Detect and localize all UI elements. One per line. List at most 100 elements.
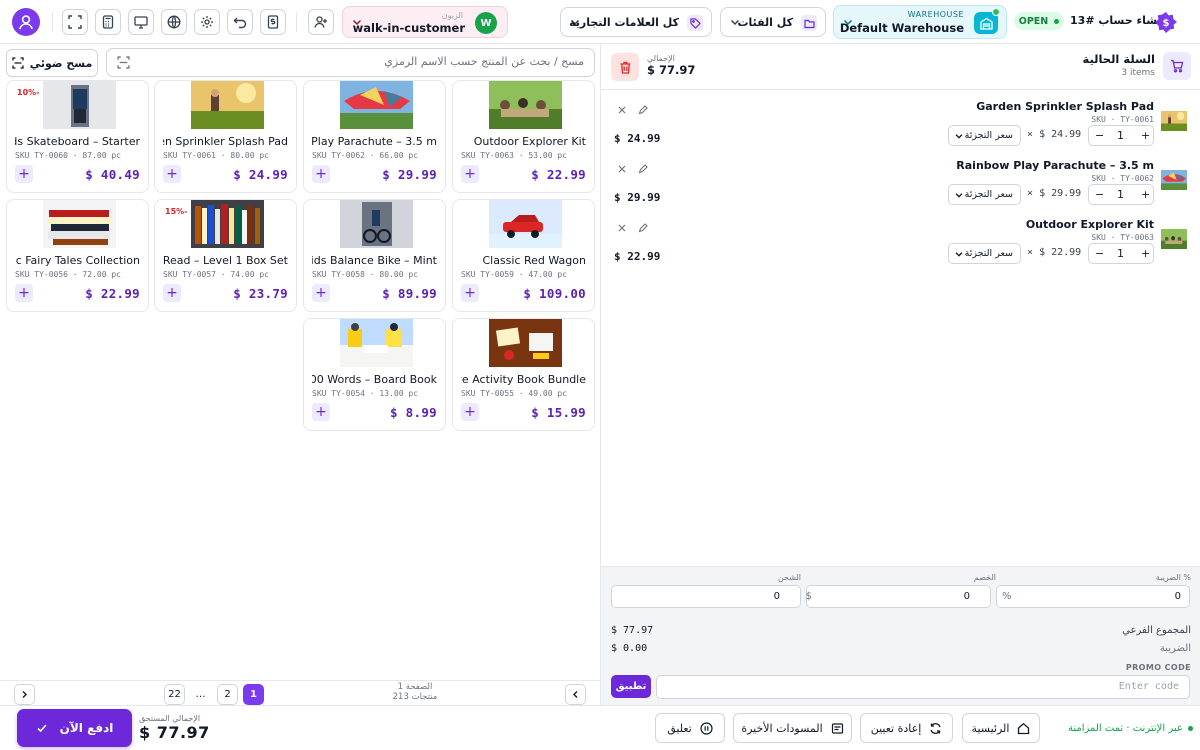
pay-now-button[interactable]: ادفع الآن [17, 709, 132, 747]
promo-code-field[interactable] [656, 675, 1190, 699]
page-ellipsis: … [195, 689, 206, 700]
brand-filter-dropdown[interactable]: كل العلامات التجارية [560, 7, 712, 37]
price-type-select[interactable]: سعر التجزئة [948, 184, 1021, 205]
price-type-select[interactable]: سعر التجزئة [948, 125, 1021, 146]
remove-item-icon[interactable] [617, 223, 627, 233]
hold-button[interactable]: تعليق [655, 713, 725, 743]
product-card[interactable]: 15%- Learn to Read – Level 1 Box Set SKU T… [154, 199, 297, 312]
warehouse-sublabel: WAREHOUSE [907, 10, 964, 19]
discount-value: 0 [963, 591, 970, 602]
decrease-qty-button[interactable]: − [1095, 247, 1104, 260]
scan-button[interactable]: مسح ضوئي [6, 49, 98, 77]
discount-field[interactable]: $ 0 [793, 585, 991, 608]
settings-icon[interactable] [194, 9, 220, 35]
product-sku: SKU TY-0063 · 53.00 pc [461, 151, 567, 160]
fullscreen-icon[interactable] [62, 9, 88, 35]
product-price: $ 24.99 [233, 167, 288, 182]
product-card[interactable]: Classic Fairy Tales Collection SKU TY-005… [6, 199, 149, 312]
apply-promo-button[interactable]: تطبيق [611, 675, 651, 698]
increase-qty-button[interactable]: + [1141, 188, 1150, 201]
increase-qty-button[interactable]: + [1141, 247, 1150, 260]
add-user-icon[interactable] [308, 9, 334, 35]
decrease-qty-button[interactable]: − [1095, 188, 1104, 201]
product-search[interactable] [106, 48, 595, 77]
monitor-icon[interactable] [128, 9, 154, 35]
account-label[interactable]: إنشاء حساب #13 [1070, 14, 1165, 27]
search-input[interactable] [144, 55, 584, 68]
product-name: Kids Skateboard – Starter [15, 135, 140, 148]
category-filter-dropdown[interactable]: كل الفئات [720, 7, 826, 37]
add-to-cart-button[interactable]: + [312, 284, 330, 302]
add-to-cart-button[interactable]: + [461, 403, 479, 421]
customer-selector[interactable]: الزبون walk-in-customer W [342, 6, 508, 38]
status-label: OPEN [1018, 15, 1049, 27]
warehouse-selector[interactable]: WAREHOUSE Default Warehouse [833, 5, 1007, 39]
edit-item-icon[interactable] [638, 223, 648, 233]
scan-icon[interactable] [117, 56, 130, 69]
add-to-cart-button[interactable]: + [461, 284, 479, 302]
product-card[interactable]: Garden Sprinkler Splash Pad SKU TY-0061 ·… [154, 80, 297, 193]
increase-qty-button[interactable]: + [1141, 129, 1150, 142]
quantity-stepper[interactable]: −1 + [1088, 243, 1154, 264]
promo-code-input[interactable] [667, 681, 1179, 692]
clear-cart-button[interactable] [611, 53, 639, 81]
receipt-icon[interactable] [260, 9, 286, 35]
calculator-icon[interactable] [95, 9, 121, 35]
product-card[interactable]: My First 100 Words – Board Book SKU TY-00… [303, 318, 446, 431]
page-button-active[interactable]: 1 [243, 684, 264, 705]
cart-item-sku: SKU · TY-0061 [1091, 115, 1154, 124]
status-dot [1054, 18, 1060, 24]
add-to-cart-button[interactable]: + [15, 165, 33, 183]
price-type-label: سعر التجزئة [964, 189, 1013, 200]
add-to-cart-button[interactable]: + [163, 284, 181, 302]
product-card[interactable]: Creative Activity Book Bundle SKU TY-0055… [452, 318, 595, 431]
product-name: Learn to Read – Level 1 Box Set [163, 254, 288, 267]
check-icon [36, 722, 48, 734]
remove-item-icon[interactable] [617, 105, 627, 115]
product-card[interactable]: Rainbow Play Parachute – 3.5 m SKU TY-006… [303, 80, 446, 193]
add-to-cart-button[interactable]: + [163, 165, 181, 183]
grand-total-value: $ 77.97 [139, 723, 210, 742]
recent-drafts-button[interactable]: المسودات الأخيرة [733, 713, 852, 743]
price-type-label: سعر التجزئة [964, 248, 1013, 259]
cart-item-sku: SKU · TY-0063 [1091, 233, 1154, 242]
footer-bar: ادفع الآن الإجمالي المستحق $ 77.97 تعليق… [0, 705, 1200, 750]
grand-total-label: الإجمالي المستحق [139, 714, 201, 723]
next-page-button[interactable] [14, 684, 35, 705]
add-to-cart-button[interactable]: + [312, 165, 330, 183]
divider [52, 12, 53, 32]
product-card[interactable]: Kids Balance Bike – Mint SKU TY-0058 · 80… [303, 199, 446, 312]
product-card[interactable]: Outdoor Explorer Kit SKU TY-0063 · 53.00 … [452, 80, 595, 193]
qty-value: 1 [1117, 247, 1124, 260]
globe-icon[interactable] [161, 9, 187, 35]
cart-total-value: $ 77.97 [647, 63, 696, 77]
page-button[interactable]: 2 [217, 684, 238, 705]
product-card[interactable]: Classic Red Wagon SKU TY-0059 · 47.00 pc +… [452, 199, 595, 312]
home-button[interactable]: الرئيسية [962, 713, 1040, 743]
price-type-select[interactable]: سعر التجزئة [948, 243, 1021, 264]
add-to-cart-button[interactable]: + [15, 284, 33, 302]
decrease-qty-button[interactable]: − [1095, 129, 1104, 142]
add-to-cart-button[interactable]: + [461, 165, 479, 183]
undo-icon[interactable] [227, 9, 253, 35]
shipping-field[interactable]: $ 0 [611, 585, 812, 608]
product-sku: SKU TY-0060 · 87.00 pc [15, 151, 121, 160]
product-card[interactable]: 10%- Kids Skateboard – Starter SKU TY-0060… [6, 80, 149, 193]
edit-item-icon[interactable] [638, 105, 648, 115]
cart-title-block: السلة الحالية 3 items [1083, 52, 1156, 78]
add-to-cart-button[interactable]: + [312, 403, 330, 421]
product-sku: SKU TY-0058 · 80.00 pc [312, 270, 418, 279]
quantity-stepper[interactable]: −1 + [1088, 125, 1154, 146]
home-icon [1017, 722, 1030, 735]
page-button[interactable]: 22 [164, 684, 185, 705]
prev-page-button[interactable] [565, 684, 586, 705]
user-avatar-icon[interactable] [12, 8, 40, 36]
edit-item-icon[interactable] [638, 164, 648, 174]
quantity-stepper[interactable]: −1 + [1088, 184, 1154, 205]
cart-title: السلة الحالية [1082, 52, 1156, 66]
remove-item-icon[interactable] [617, 164, 627, 174]
reset-button[interactable]: إعادة تعيين [860, 713, 953, 743]
times-sign: × [1027, 247, 1034, 258]
product-sku: SKU TY-0055 · 49.00 pc [461, 389, 567, 398]
tax-field[interactable]: % 0 [996, 585, 1190, 608]
